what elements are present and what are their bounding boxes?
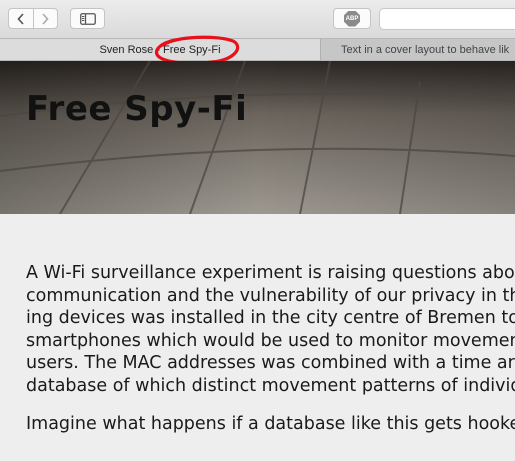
navigation-buttons xyxy=(8,8,58,29)
hero-banner: Free Spy-Fi xyxy=(0,61,515,214)
chevron-left-icon xyxy=(17,12,24,25)
tab-label: Text in a cover layout to behave lik xyxy=(341,43,510,56)
tab-bar: Sven Rose - Free Spy-Fi Text in a cover … xyxy=(0,38,515,61)
tab-label: Sven Rose - Free Spy-Fi xyxy=(99,43,221,56)
adblock-icon: ABP xyxy=(344,10,360,27)
browser-toolbar: ABP xyxy=(0,0,515,38)
tab-free-spy-fi[interactable]: Sven Rose - Free Spy-Fi xyxy=(0,39,320,60)
address-bar[interactable] xyxy=(379,8,515,30)
page-title: Free Spy-Fi xyxy=(26,89,248,129)
text-line: smartphones which would be used to monit… xyxy=(26,330,515,351)
sidebar-toggle-button[interactable] xyxy=(70,8,105,29)
text-line: A Wi-Fi surveillance experiment is raisi… xyxy=(26,263,515,283)
back-button[interactable] xyxy=(9,9,33,28)
chevron-right-icon xyxy=(42,12,49,25)
text-line: Imagine what happens if a database like … xyxy=(26,414,515,434)
sidebar-icon xyxy=(79,12,96,25)
adblock-button[interactable]: ABP xyxy=(333,8,371,29)
tab-cover-layout[interactable]: Text in a cover layout to behave lik xyxy=(320,39,515,60)
hero-background-image xyxy=(0,61,515,214)
text-line: database of which distinct movement patt… xyxy=(26,375,515,396)
article-paragraph: A Wi-Fi surveillance experiment is raisi… xyxy=(26,262,515,397)
article-paragraph: Imagine what happens if a database like … xyxy=(26,413,515,436)
forward-button[interactable] xyxy=(32,9,58,28)
text-line: users. The MAC addresses was combined wi… xyxy=(26,353,515,373)
article-body: A Wi-Fi surveillance experiment is raisi… xyxy=(26,262,515,452)
text-line: ing devices was installed in the city ce… xyxy=(26,308,515,328)
text-line: communication and the vulnerability of o… xyxy=(26,285,515,306)
